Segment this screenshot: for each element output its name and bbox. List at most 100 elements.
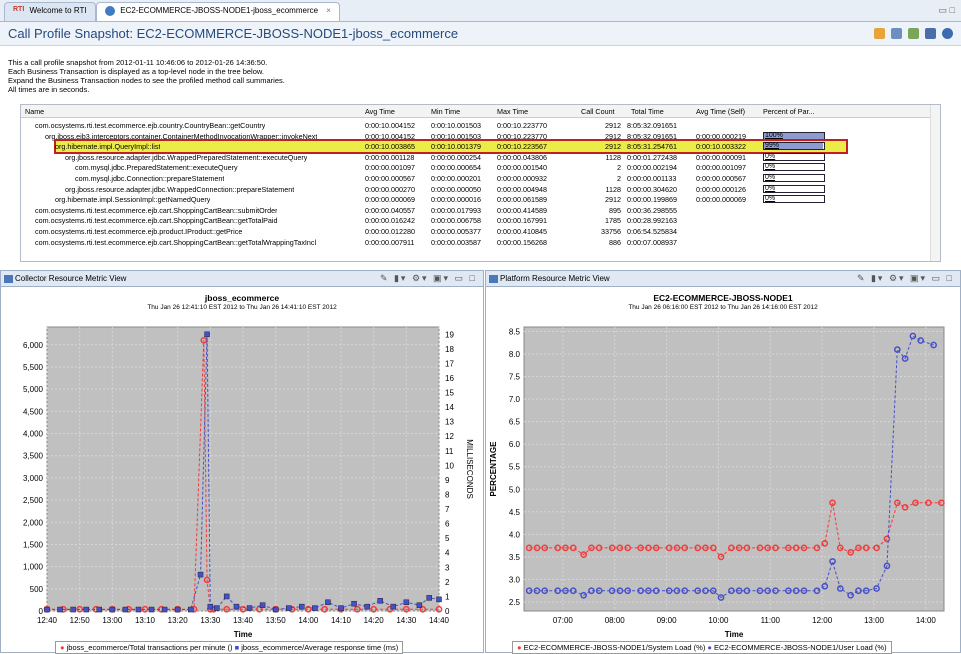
column-header-name[interactable]: Name	[25, 107, 44, 116]
x-tick-label: 12:40	[37, 616, 58, 625]
y2-tick-label: 10	[445, 461, 454, 470]
column-header-percent[interactable]: Percent of Par...	[763, 107, 815, 116]
column-header-total-time[interactable]: Total Time	[631, 107, 664, 116]
data-point	[197, 571, 204, 578]
cell-name: org.hibernate.impl.QueryImpl::list	[55, 142, 161, 152]
panel-tab[interactable]: Platform Resource Metric View ✎ ▮▾ ⚙▾ ▣▾…	[486, 271, 960, 287]
tab-welcome[interactable]: RTI Welcome to RTI	[4, 2, 96, 21]
data-point	[338, 605, 344, 611]
cell-avg: 0:00:00.001097	[365, 163, 415, 173]
legend-marker-circle: ●	[707, 643, 712, 652]
table-row[interactable]: com.ocsystems.rti.test.ecommerce.ejb.cou…	[21, 120, 940, 131]
x-tick-label: 08:00	[605, 616, 626, 625]
legend-marker-circle: ●	[60, 643, 65, 652]
cell-self: 0:00:00.000219	[696, 131, 746, 141]
cell-total: 8:05:31.254761	[627, 142, 677, 152]
table-row[interactable]: com.ocsystems.rti.test.ecommerce.ejb.car…	[21, 237, 940, 248]
data-point	[436, 596, 442, 603]
data-point	[161, 606, 168, 613]
description-line: All times are in seconds.	[8, 85, 90, 94]
y-axis-label: PERCENTAGE	[489, 441, 498, 497]
cell-total: 0:00:36.298555	[627, 205, 677, 215]
y-tick-label: 5,000	[23, 385, 44, 394]
y-tick-label: 5,500	[23, 363, 44, 372]
data-point	[70, 606, 76, 613]
data-point	[96, 606, 103, 613]
y2-tick-label: 19	[445, 330, 454, 339]
cell-min: 0:00:00.000654	[431, 163, 481, 173]
table-row[interactable]: com.mysql.jdbc.Connection::prepareStatem…	[21, 173, 940, 184]
y2-tick-label: 6	[445, 520, 450, 529]
cell-max: 0:00:10.223770	[497, 131, 547, 141]
cell-count: 33756	[601, 227, 621, 236]
export-icon[interactable]	[891, 28, 902, 39]
tab-call-profile[interactable]: EC2-ECOMMERCE-JBOSS-NODE1-jboss_ecommerc…	[96, 2, 340, 21]
y2-tick-label: 1	[445, 592, 450, 601]
platform-resource-metric-view: Platform Resource Metric View ✎ ▮▾ ⚙▾ ▣▾…	[485, 270, 961, 654]
column-header-min-time[interactable]: Min Time	[431, 107, 460, 116]
data-point	[285, 605, 292, 611]
table-row-selected[interactable]: org.hibernate.impl.QueryImpl::list 0:00:1…	[54, 139, 848, 154]
panel-tab[interactable]: Collector Resource Metric View ✎ ▮▾ ⚙▾ ▣…	[1, 271, 483, 287]
x-tick-label: 14:40	[429, 616, 450, 625]
cell-min: 0:00:00.003587	[431, 237, 481, 247]
cell-avg: 0:00:00.001128	[365, 152, 415, 162]
panel-toolbar[interactable]: ✎ ▮▾ ⚙▾ ▣▾ ▭ □	[380, 273, 477, 284]
cell-count: 895	[609, 205, 621, 215]
cell-max: 0:00:00.410845	[497, 227, 547, 236]
y-tick-label: 3.0	[509, 575, 521, 584]
y2-tick-label: 14	[445, 403, 454, 412]
table-row[interactable]: com.ocsystems.rti.test.ecommerce.ejb.car…	[21, 215, 940, 226]
cell-max: 0:00:00.414589	[497, 205, 547, 215]
legend-label: jboss_ecommerce/Average response time (m…	[241, 643, 399, 652]
maximize-icon[interactable]: □	[950, 5, 955, 15]
cell-count: 2	[617, 163, 621, 173]
cell-count: 2912	[605, 195, 621, 205]
window-controls: ▭ □	[939, 5, 955, 16]
y2-tick-label: 13	[445, 418, 454, 427]
cell-total: 0:00:28.992163	[627, 216, 677, 226]
x-tick-label: 14:30	[396, 616, 417, 625]
cell-count: 1785	[605, 216, 621, 226]
tab-call-profile-label: EC2-ECOMMERCE-JBOSS-NODE1-jboss_ecommerc…	[120, 6, 319, 16]
profile-icon	[105, 6, 115, 16]
panel-toolbar[interactable]: ✎ ▮▾ ⚙▾ ▣▾ ▭ □	[857, 273, 954, 284]
y-tick-label: 500	[30, 585, 44, 594]
cell-name: com.ocsystems.rti.test.ecommerce.ejb.car…	[35, 237, 317, 247]
cell-count: 2	[617, 174, 621, 183]
table-row[interactable]: org.jboss.resource.adapter.jdbc.WrappedC…	[21, 184, 940, 195]
column-header-avg-time[interactable]: Avg Time	[365, 107, 395, 116]
x-tick-label: 14:00	[916, 616, 937, 625]
y2-tick-label: 5	[445, 534, 450, 543]
table-row[interactable]: com.ocsystems.rti.test.ecommerce.ejb.car…	[21, 205, 940, 216]
column-header-avg-time-self[interactable]: Avg Time (Self)	[696, 107, 745, 116]
x-tick-label: 13:00	[102, 616, 123, 625]
data-point	[377, 598, 383, 604]
x-tick-label: 13:30	[200, 616, 221, 625]
y2-tick-label: 8	[445, 490, 450, 499]
collector-resource-metric-view: Collector Resource Metric View ✎ ▮▾ ⚙▾ ▣…	[0, 270, 484, 654]
table-row[interactable]: com.ocsystems.rti.test.ecommerce.ejb.pro…	[21, 226, 940, 237]
filter-icon[interactable]	[908, 28, 919, 39]
table-row[interactable]: org.hibernate.impl.SessionImpl::getNamed…	[21, 194, 940, 205]
data-point	[223, 593, 230, 600]
percent-value: 0%	[765, 152, 776, 160]
close-icon[interactable]: ×	[326, 6, 331, 15]
cell-name: com.ocsystems.rti.test.ecommerce.ejb.car…	[35, 205, 278, 215]
refresh-icon[interactable]	[874, 28, 885, 39]
save-icon[interactable]	[925, 28, 936, 39]
table-scrollbar[interactable]	[930, 105, 940, 261]
cell-total: 0:06:54.525834	[627, 227, 677, 236]
table-row[interactable]: com.mysql.jdbc.PreparedStatement::execut…	[21, 162, 940, 173]
column-header-call-count[interactable]: Call Count	[581, 107, 615, 116]
column-header-max-time[interactable]: Max Time	[497, 107, 528, 116]
minimize-icon[interactable]: ▭	[939, 5, 948, 15]
help-icon[interactable]	[942, 28, 953, 39]
chart-platform: 07:00 08:00 09:00 10:00 11:00 12:00 13:00 14:00…	[489, 326, 945, 639]
table-row[interactable]: org.jboss.resource.adapter.jdbc.WrappedP…	[21, 152, 940, 163]
data-point	[325, 599, 331, 606]
x-axis-label: Time	[234, 630, 253, 639]
y2-tick-label: 11	[445, 447, 454, 456]
data-point	[403, 599, 410, 606]
table-row[interactable]: org.jboss.ejb3.interceptors.container.Co…	[21, 131, 940, 142]
